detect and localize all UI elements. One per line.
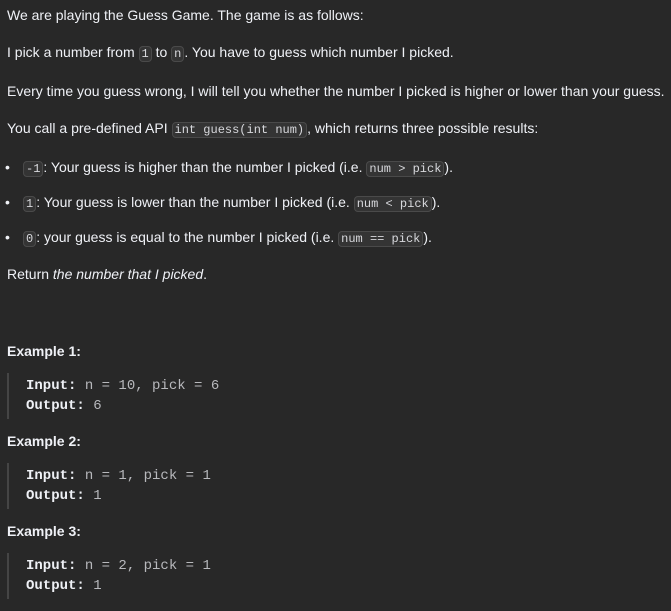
inline-code: num == pick (338, 231, 424, 247)
example-block: Input: n = 2, pick = 1 Output: 1 (7, 553, 671, 599)
example-block: Input: n = 1, pick = 1 Output: 1 (7, 463, 671, 509)
inline-code: num < pick (353, 196, 432, 212)
bullet-icon: • (5, 194, 10, 210)
example-output: Output: 1 (26, 578, 102, 594)
example-3: Example 3: Input: n = 2, pick = 1 Output… (7, 521, 671, 599)
inline-code: int guess(int num) (171, 122, 308, 138)
inline-code: num > pick (366, 161, 445, 177)
list-item: • 1: Your guess is lower than the number … (5, 194, 441, 212)
example-title: Example 1: (7, 343, 81, 359)
list-item: • 0: your guess is equal to the number I … (5, 229, 432, 247)
intro-line-4: You call a pre-defined API int guess(int… (7, 120, 539, 138)
intro-line-2: I pick a number from 1 to n. You have to… (7, 44, 454, 62)
results-list: • -1: Your guess is higher than the numbe… (5, 157, 671, 249)
bullet-icon: • (5, 229, 10, 245)
example-title: Example 2: (7, 433, 81, 449)
inline-code: -1 (23, 161, 44, 177)
problem-description: We are playing the Guess Game. The game … (5, 5, 671, 611)
example-output: Output: 1 (26, 488, 102, 504)
example-title: Example 3: (7, 523, 81, 539)
example-input: Input: n = 2, pick = 1 (26, 558, 211, 574)
inline-code: 1 (138, 46, 152, 62)
example-2: Example 2: Input: n = 1, pick = 1 Output… (7, 431, 671, 509)
example-input: Input: n = 1, pick = 1 (26, 468, 211, 484)
intro-line-3: Every time you guess wrong, I will tell … (7, 83, 665, 99)
example-input: Input: n = 10, pick = 6 (26, 378, 220, 394)
example-output: Output: 6 (26, 398, 102, 414)
return-line: Return the number that I picked. (7, 266, 208, 282)
example-1: Example 1: Input: n = 10, pick = 6 Outpu… (7, 341, 671, 419)
list-item: • -1: Your guess is higher than the numbe… (5, 159, 453, 177)
inline-code: 1 (23, 196, 37, 212)
intro-line-1: We are playing the Guess Game. The game … (7, 7, 364, 23)
bullet-icon: • (5, 159, 10, 175)
example-block: Input: n = 10, pick = 6 Output: 6 (7, 373, 671, 419)
inline-code: n (171, 46, 185, 62)
inline-code: 0 (23, 231, 37, 247)
